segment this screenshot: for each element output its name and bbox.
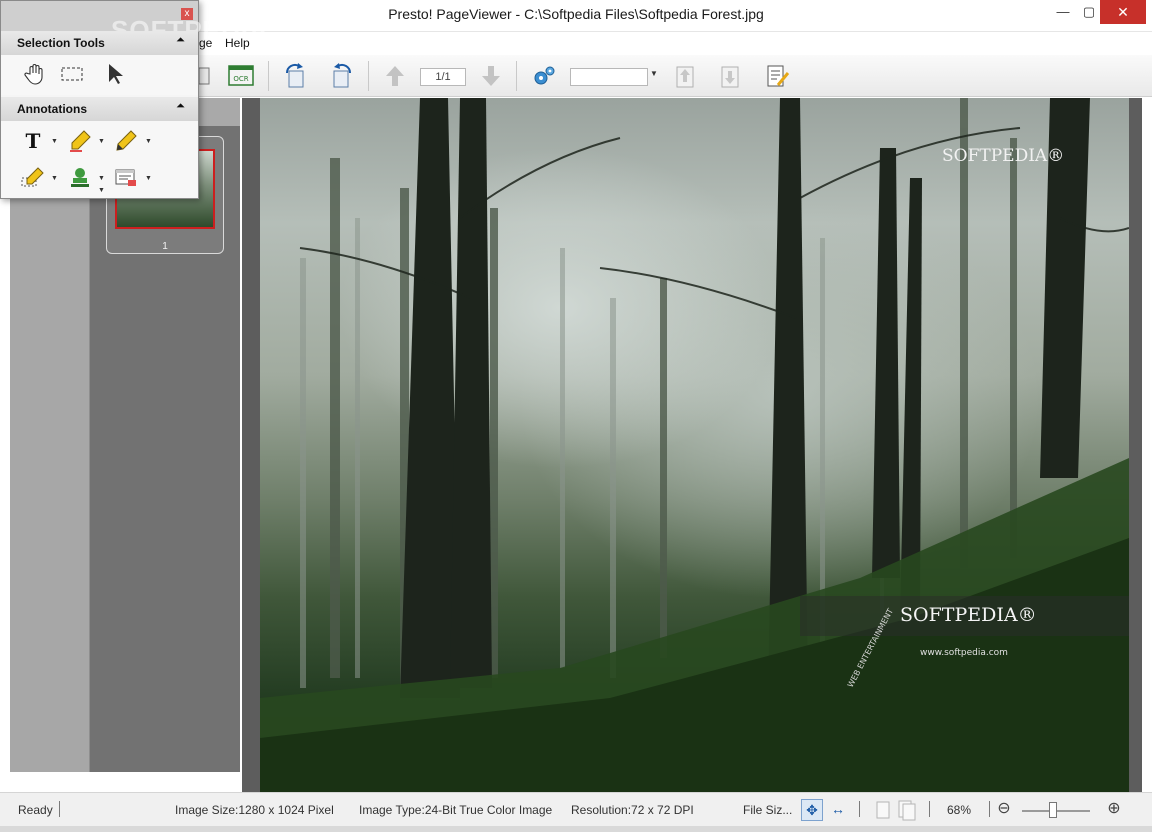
zoom-in-icon[interactable]: ⊕: [1103, 799, 1125, 821]
chevron-down-icon[interactable]: ▼: [98, 175, 105, 182]
selection-tools-header[interactable]: Selection Tools ⏶: [1, 31, 198, 55]
status-resolution: Resolution:72 x 72 DPI: [571, 803, 694, 817]
selection-tools-title: Selection Tools: [17, 36, 105, 50]
chevron-down-icon[interactable]: ▼: [145, 175, 152, 182]
left-side-panel: [10, 126, 90, 772]
viewer-right-edge: [1142, 98, 1152, 792]
tool-palette[interactable]: SOFTPEDIA x Selection Tools ⏶ Annotation…: [0, 0, 268, 199]
left-panel-footer: [10, 772, 240, 792]
status-image-type: Image Type:24-Bit True Color Image: [359, 803, 553, 817]
image-url: www.softpedia.com: [920, 648, 1008, 658]
status-image-size: Image Size:1280 x 1024 Pixel: [175, 803, 334, 817]
app-window: Presto! PageViewer - C:\Softpedia Files\…: [0, 0, 1152, 832]
close-button[interactable]: ✕: [1100, 0, 1146, 24]
status-separator: [989, 801, 990, 817]
page-indicator[interactable]: 1/1: [420, 68, 466, 86]
annotations-title: Annotations: [17, 102, 87, 116]
page-up-icon[interactable]: [382, 63, 408, 89]
annotations-header[interactable]: Annotations ⏶: [1, 97, 198, 121]
status-separator: [929, 801, 930, 817]
rotate-left-icon[interactable]: [283, 63, 309, 89]
toolbar-separator: [516, 61, 517, 91]
insert-page-icon[interactable]: [672, 63, 698, 89]
forest-scene: SOFTPEDIA® SOFTPEDIA® www.softpedia.com …: [260, 98, 1129, 792]
chevron-down-icon[interactable]: ▼: [51, 175, 58, 182]
toolbar-partial-icon[interactable]: [196, 63, 222, 89]
settings-gear-icon[interactable]: [531, 63, 557, 89]
selection-tools-body: [1, 55, 198, 95]
status-zoom-percent: 68%: [947, 803, 972, 817]
taskbar-edge: [0, 826, 1152, 832]
svg-text:OCR: OCR: [233, 75, 248, 83]
status-ready: Ready: [18, 803, 53, 817]
forest-photo: SOFTPEDIA® SOFTPEDIA® www.softpedia.com …: [260, 98, 1129, 792]
status-separator: [859, 801, 860, 817]
highlighter-icon[interactable]: [68, 129, 92, 153]
svg-text:T: T: [26, 129, 41, 153]
annotations-body: T ▼ ▼ ▼ ▼ ▼ ▼ ▼: [1, 121, 198, 198]
extract-page-icon[interactable]: [717, 63, 743, 89]
chevron-down-icon[interactable]: ▼: [145, 138, 152, 145]
collapse-icon[interactable]: ⏶: [176, 100, 185, 113]
left-rail: [0, 98, 10, 792]
text-annotation-icon[interactable]: T: [21, 129, 45, 153]
chevron-down-icon[interactable]: ▼: [650, 69, 658, 78]
stamp-icon[interactable]: [68, 165, 92, 189]
pan-move-icon[interactable]: ✥: [801, 799, 823, 821]
chevron-down-icon[interactable]: ▼: [98, 138, 105, 145]
palette-close-icon[interactable]: x: [181, 8, 193, 20]
ocr-icon[interactable]: OCR: [228, 63, 254, 89]
note-icon[interactable]: [114, 166, 138, 190]
hand-tool-icon[interactable]: [23, 62, 47, 86]
rotate-right-icon[interactable]: [328, 63, 354, 89]
edit-properties-icon[interactable]: [764, 63, 790, 89]
zoom-slider-thumb[interactable]: [1048, 802, 1057, 818]
image-watermark-top: SOFTPEDIA®: [942, 146, 1064, 166]
single-page-icon[interactable]: [872, 799, 894, 821]
multi-page-icon[interactable]: [896, 799, 918, 821]
pointer-icon[interactable]: [104, 62, 128, 86]
status-separator: [59, 801, 60, 817]
fit-width-icon[interactable]: ↔: [827, 799, 849, 821]
chevron-down-icon[interactable]: ▼: [51, 138, 58, 145]
toolbar-separator: [368, 61, 369, 91]
zoom-out-icon[interactable]: ⊖: [993, 799, 1015, 821]
status-bar: Ready Image Size:1280 x 1024 Pixel Image…: [0, 792, 1152, 826]
status-file-size: File Siz...: [743, 803, 793, 817]
toolbar-separator: [268, 61, 269, 91]
pencil-icon[interactable]: [114, 129, 138, 153]
zoom-combo[interactable]: [570, 68, 648, 86]
page-down-icon[interactable]: [478, 63, 504, 89]
collapse-icon[interactable]: ⏶: [176, 34, 185, 47]
image-watermark-bottom: SOFTPEDIA®: [900, 604, 1037, 626]
thumbnail-page-number: 1: [162, 241, 168, 252]
marker-icon[interactable]: [21, 166, 45, 190]
rectangle-select-icon[interactable]: [60, 62, 84, 86]
chevron-down-icon[interactable]: ▼: [98, 187, 105, 194]
